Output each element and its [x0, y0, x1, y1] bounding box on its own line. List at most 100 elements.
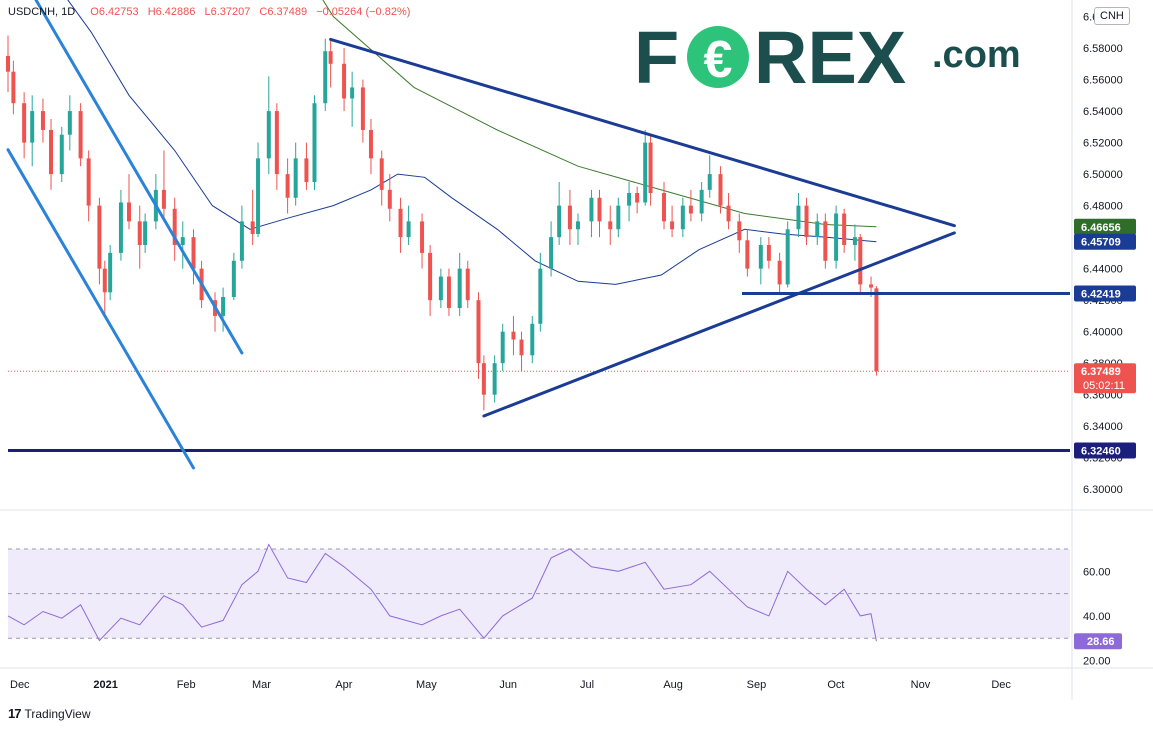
time-tick-label: Dec	[10, 679, 30, 691]
price-label-text: 6.46656	[1081, 222, 1121, 234]
candle-body	[648, 142, 653, 194]
price-tick-label: 6.34000	[1083, 421, 1123, 433]
candle-body	[670, 221, 675, 230]
candle-body	[707, 174, 712, 190]
candle-body	[137, 221, 142, 246]
price-tick-label: 6.48000	[1083, 201, 1123, 213]
candle-body	[796, 205, 801, 230]
candle-body	[777, 260, 782, 285]
candle-body	[108, 252, 113, 293]
price-tick-label: 6.30000	[1083, 484, 1123, 496]
rsi-tick-label: 40.00	[1083, 611, 1111, 623]
change-value: −0.05264 (−0.82%)	[316, 6, 411, 18]
price-label-text: 6.45709	[1081, 237, 1121, 249]
candle-body	[368, 129, 373, 159]
candle-body	[718, 174, 723, 206]
candle-body	[438, 276, 443, 301]
candle-body	[304, 158, 309, 182]
candle-body	[567, 205, 572, 230]
triangle-bottom-trendline	[482, 231, 956, 418]
candle-body	[285, 174, 290, 198]
price-tick-label: 6.54000	[1083, 106, 1123, 118]
tradingview-logo-icon: 17	[8, 706, 22, 721]
candle-body	[59, 134, 64, 175]
currency-badge[interactable]: CNH	[1094, 7, 1130, 25]
time-axis[interactable]: Dec 2021 Feb Mar Apr May Jun Jul Aug Sep Oct Nov Dec	[10, 679, 1011, 691]
price-tick-label: 6.58000	[1083, 43, 1123, 55]
candle-body	[852, 237, 857, 246]
candle-body	[557, 205, 562, 238]
countdown-label: 05:02:11	[1083, 380, 1125, 392]
price-tick-label: 6.56000	[1083, 75, 1123, 87]
candle-body	[30, 111, 35, 143]
candle-body	[323, 51, 328, 104]
candle-body	[635, 193, 640, 203]
time-tick-label: Sep	[747, 679, 767, 691]
candle-body	[387, 189, 392, 209]
candle-body	[97, 205, 102, 269]
candle-body	[538, 268, 543, 324]
price-axis[interactable]: 6.300006.320006.340006.360006.380006.400…	[1083, 12, 1123, 668]
high-value: H6.42886	[147, 6, 196, 18]
candle-body	[519, 339, 524, 356]
candle-body	[191, 237, 196, 269]
logo-dotcom: .com	[932, 34, 1021, 76]
price-label-text: 6.37489	[1081, 366, 1121, 378]
candle-body	[428, 252, 433, 301]
candle-body	[420, 221, 425, 253]
rsi-tick-label: 60.00	[1083, 566, 1111, 578]
candle-body	[858, 237, 863, 285]
candle-body	[379, 158, 384, 190]
candle-body	[342, 63, 347, 99]
time-tick-label: Mar	[252, 679, 271, 691]
candle-body	[549, 237, 554, 269]
logo-coin-glyph: €	[704, 31, 733, 89]
candle-body	[312, 103, 317, 182]
time-tick-label: Dec	[991, 679, 1011, 691]
chart-canvas[interactable]: 6.300006.320006.340006.360006.380006.400…	[0, 0, 1153, 732]
symbol-label[interactable]: USDCNH, 1D	[8, 6, 75, 18]
trendlines[interactable]	[6, 0, 1070, 470]
candle-body	[500, 331, 505, 364]
candle-body	[804, 205, 809, 238]
candle-body	[643, 142, 648, 203]
candle-body	[266, 111, 271, 159]
candle-body	[180, 237, 185, 246]
candle-body	[823, 221, 828, 261]
time-tick-label: Nov	[911, 679, 931, 691]
price-tick-label: 6.52000	[1083, 138, 1123, 150]
forex-logo: F € REX .com	[634, 16, 1021, 99]
candle-body	[360, 87, 365, 130]
candle-body	[662, 193, 667, 222]
open-value: O6.42753	[90, 6, 139, 18]
logo-rex: REX	[754, 16, 906, 99]
candle-body	[239, 221, 244, 261]
time-tick-label: Jun	[499, 679, 517, 691]
candle-body	[231, 260, 236, 298]
price-tick-label: 6.50000	[1083, 169, 1123, 181]
candle-body	[293, 158, 298, 198]
candle-body	[328, 51, 333, 64]
price-tick-label: 6.44000	[1083, 264, 1123, 276]
price-tick-label: 6.40000	[1083, 327, 1123, 339]
candle-body	[627, 193, 632, 206]
candle-body	[143, 221, 148, 246]
candle-body	[608, 221, 613, 230]
candle-body	[274, 111, 279, 175]
candle-body	[680, 205, 685, 230]
candle-body	[11, 71, 16, 104]
candle-body	[869, 284, 874, 288]
rsi-band	[8, 548, 1070, 639]
candlesticks	[6, 35, 879, 411]
time-tick-label: Oct	[827, 679, 844, 691]
tradingview-footer[interactable]: 17 TradingView	[8, 706, 91, 721]
time-tick-label: May	[416, 679, 437, 691]
price-label-text: 6.42419	[1081, 289, 1121, 301]
candle-body	[40, 111, 45, 130]
candle-body	[256, 158, 261, 234]
candle-body	[6, 55, 10, 72]
candle-body	[446, 276, 451, 309]
candle-body	[530, 323, 535, 356]
candle-body	[597, 197, 602, 222]
candle-body	[785, 229, 790, 285]
